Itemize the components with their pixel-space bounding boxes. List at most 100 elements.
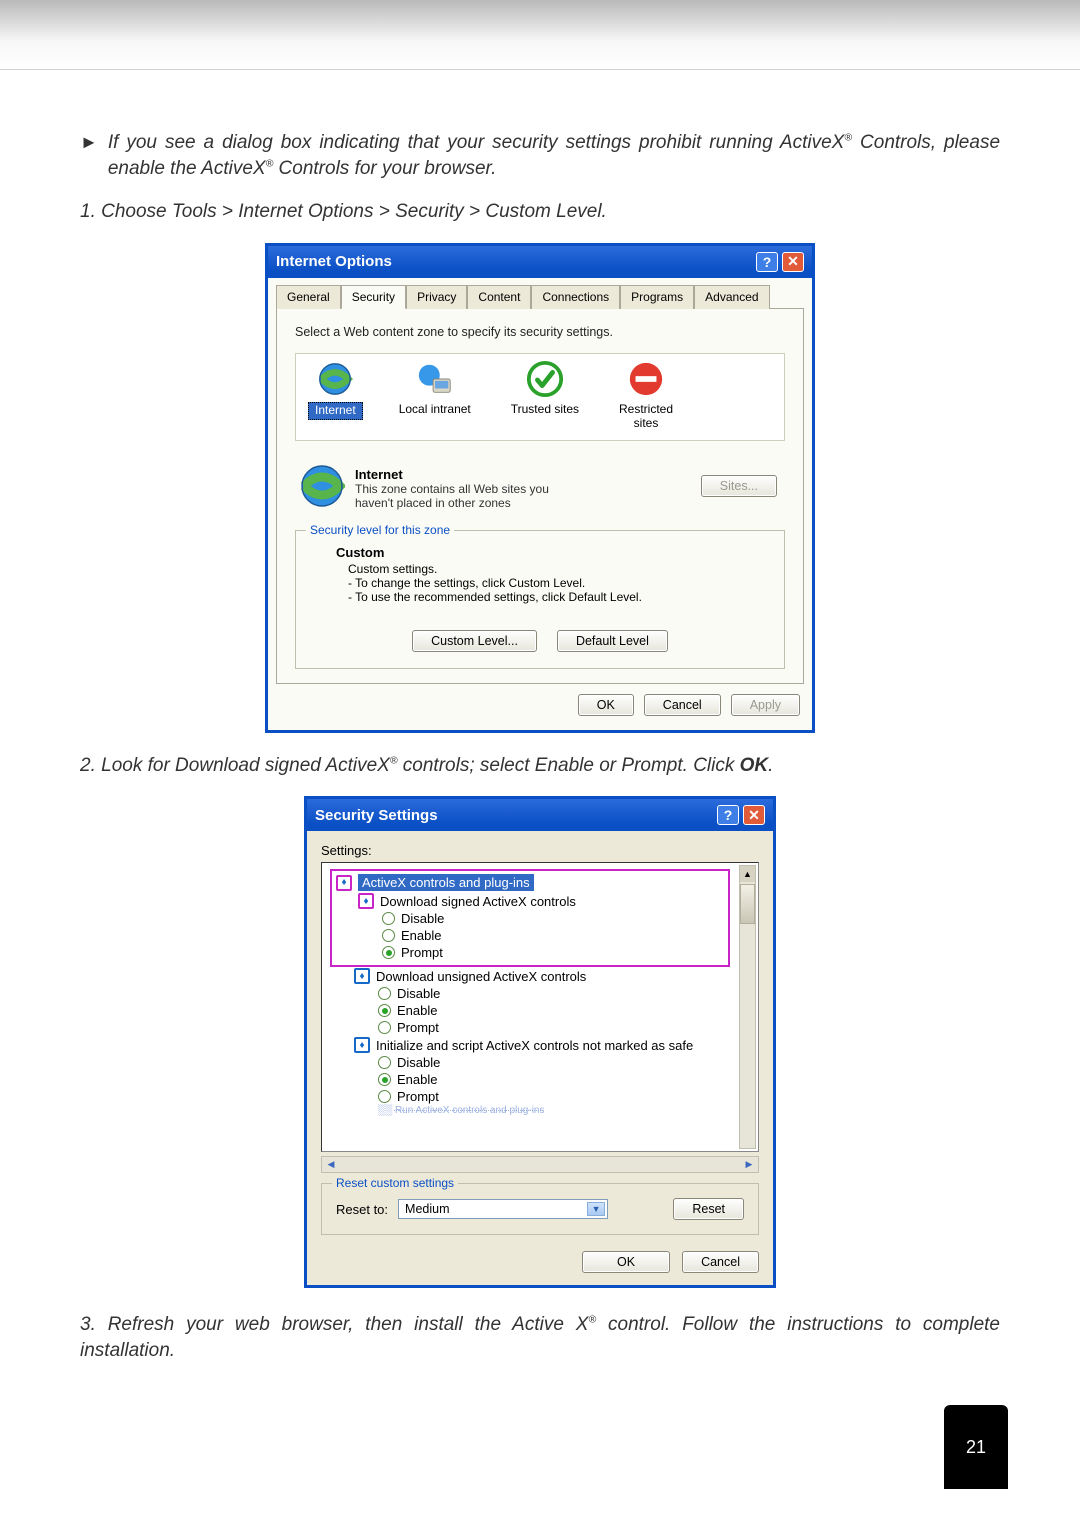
internet-options-dialog: Internet Options ? ✕ General Security Pr…	[265, 243, 815, 733]
tab-programs[interactable]: Programs	[620, 285, 694, 309]
opt-disable: Disable	[397, 1055, 440, 1070]
reset-to-select[interactable]: Medium ▼	[398, 1199, 608, 1219]
bullet-arrow: ►	[80, 130, 98, 155]
horizontal-scrollbar[interactable]: ◀ ▶	[321, 1156, 759, 1173]
tab-advanced[interactable]: Advanced	[694, 285, 769, 309]
opt-enable: Enable	[397, 1003, 437, 1018]
tree-option[interactable]: Prompt	[334, 944, 726, 961]
dialog-body: General Security Privacy Content Connect…	[268, 278, 812, 730]
activex-icon: ♦	[354, 968, 370, 984]
sites-button[interactable]: Sites...	[701, 475, 777, 497]
scroll-left-icon[interactable]: ◀	[322, 1157, 340, 1172]
tab-content[interactable]: Content	[467, 285, 531, 309]
zone-restricted-sites[interactable]: Restricted sites	[615, 360, 677, 432]
tree-g1-label: Download signed ActiveX controls	[380, 894, 576, 909]
dialog-titlebar[interactable]: Internet Options ? ✕	[268, 246, 812, 278]
radio-icon-selected[interactable]	[378, 1073, 391, 1086]
zone-internet[interactable]: Internet	[308, 360, 363, 432]
help-icon[interactable]: ?	[756, 252, 778, 272]
tree-g2-label: Download unsigned ActiveX controls	[376, 969, 586, 984]
radio-icon-selected[interactable]	[382, 946, 395, 959]
settings-label: Settings:	[321, 843, 759, 858]
custom-level-button[interactable]: Custom Level...	[412, 630, 537, 652]
radio-icon[interactable]	[382, 912, 395, 925]
tab-general[interactable]: General	[276, 285, 341, 309]
close-icon[interactable]: ✕	[782, 252, 804, 272]
custom-block: Custom Custom settings. - To change the …	[310, 545, 770, 604]
dialog-title: Internet Options	[276, 253, 392, 270]
cancel-button[interactable]: Cancel	[644, 694, 721, 716]
tree-group-download-unsigned[interactable]: ♦ Download unsigned ActiveX controls	[330, 967, 754, 985]
reset-button[interactable]: Reset	[673, 1198, 744, 1220]
radio-icon[interactable]	[378, 987, 391, 1000]
custom-line2: - To use the recommended settings, click…	[348, 590, 770, 604]
activex-icon: ♦	[358, 893, 374, 909]
vertical-scrollbar[interactable]: ▲	[739, 865, 756, 1149]
scroll-thumb[interactable]	[740, 884, 755, 924]
page-number-badge: 21	[944, 1405, 1008, 1489]
ss-title: Security Settings	[315, 807, 438, 824]
globe-icon	[316, 360, 354, 398]
opt-prompt: Prompt	[401, 945, 443, 960]
step2-a: 2. Look for Download signed ActiveX	[80, 755, 390, 776]
scroll-up-icon[interactable]: ▲	[740, 866, 755, 882]
cancel-button[interactable]: Cancel	[682, 1251, 759, 1273]
radio-icon[interactable]	[382, 929, 395, 942]
settings-tree[interactable]: ▲ ♦ ActiveX controls and plug-ins ♦ Down…	[321, 862, 759, 1152]
globe-icon-large	[299, 463, 345, 509]
default-level-button[interactable]: Default Level	[557, 630, 668, 652]
zone-detail: Internet This zone contains all Web site…	[295, 459, 785, 520]
step3-a: 3. Refresh your web browser, then instal…	[80, 1314, 588, 1335]
intro-text: If you see a dialog box indicating that …	[108, 130, 1000, 181]
dialog-bottom-buttons: OK Cancel Apply	[276, 684, 804, 722]
zone-trusted-sites[interactable]: Trusted sites	[507, 360, 583, 432]
zones-row: Internet Local intranet Trusted sites	[295, 353, 785, 441]
tree-option[interactable]: Enable	[334, 927, 726, 944]
reset-to-value: Medium	[405, 1202, 449, 1216]
opt-disable: Disable	[397, 986, 440, 1001]
ok-button[interactable]: OK	[578, 694, 634, 716]
help-icon[interactable]: ?	[717, 805, 739, 825]
page-top-gradient	[0, 0, 1080, 70]
security-level-legend: Security level for this zone	[306, 523, 454, 537]
step2-b: controls; select Enable or Prompt. Click	[398, 755, 740, 776]
tree-option[interactable]: Prompt	[330, 1019, 754, 1036]
tree-g3-label: Initialize and script ActiveX controls n…	[376, 1038, 693, 1053]
intro-line1: If you see a dialog box indicating that …	[108, 132, 845, 153]
tree-group-init-script[interactable]: ♦ Initialize and script ActiveX controls…	[330, 1036, 754, 1054]
tree-option[interactable]: Enable	[330, 1002, 754, 1019]
step-2: 2. Look for Download signed ActiveX® con…	[80, 753, 1000, 779]
reg-mark: ®	[390, 755, 398, 766]
tree-option[interactable]: Disable	[334, 910, 726, 927]
tree-option[interactable]: Prompt	[330, 1088, 754, 1105]
ok-button[interactable]: OK	[582, 1251, 670, 1273]
chevron-down-icon[interactable]: ▼	[587, 1202, 605, 1216]
tree-option[interactable]: Disable	[330, 985, 754, 1002]
zone-local-label: Local intranet	[395, 402, 475, 418]
opt-enable: Enable	[401, 928, 441, 943]
activex-icon: ♦	[336, 875, 352, 891]
tree-root-activex[interactable]: ♦ ActiveX controls and plug-ins	[334, 873, 726, 892]
zone-local-intranet[interactable]: Local intranet	[395, 360, 475, 432]
apply-button[interactable]: Apply	[731, 694, 800, 716]
tab-privacy[interactable]: Privacy	[406, 285, 467, 309]
step-3: 3. Refresh your web browser, then instal…	[80, 1312, 1000, 1363]
tab-security[interactable]: Security	[341, 285, 406, 309]
tab-connections[interactable]: Connections	[531, 285, 620, 309]
ss-titlebar[interactable]: Security Settings ? ✕	[307, 799, 773, 831]
scroll-right-icon[interactable]: ▶	[740, 1157, 758, 1172]
tree-group-download-signed[interactable]: ♦ Download signed ActiveX controls	[334, 892, 726, 910]
reset-fieldset: Reset custom settings Reset to: Medium ▼…	[321, 1183, 759, 1235]
step2-d: .	[768, 755, 773, 776]
tree-option[interactable]: Disable	[330, 1054, 754, 1071]
close-icon[interactable]: ✕	[743, 805, 765, 825]
reset-to-label: Reset to:	[336, 1202, 388, 1217]
highlighted-group: ♦ ActiveX controls and plug-ins ♦ Downlo…	[330, 869, 730, 967]
radio-icon[interactable]	[378, 1090, 391, 1103]
intranet-icon	[416, 360, 454, 398]
radio-icon[interactable]	[378, 1056, 391, 1069]
radio-icon[interactable]	[378, 1021, 391, 1034]
radio-icon-selected[interactable]	[378, 1004, 391, 1017]
tree-option[interactable]: Enable	[330, 1071, 754, 1088]
restricted-icon	[627, 360, 665, 398]
